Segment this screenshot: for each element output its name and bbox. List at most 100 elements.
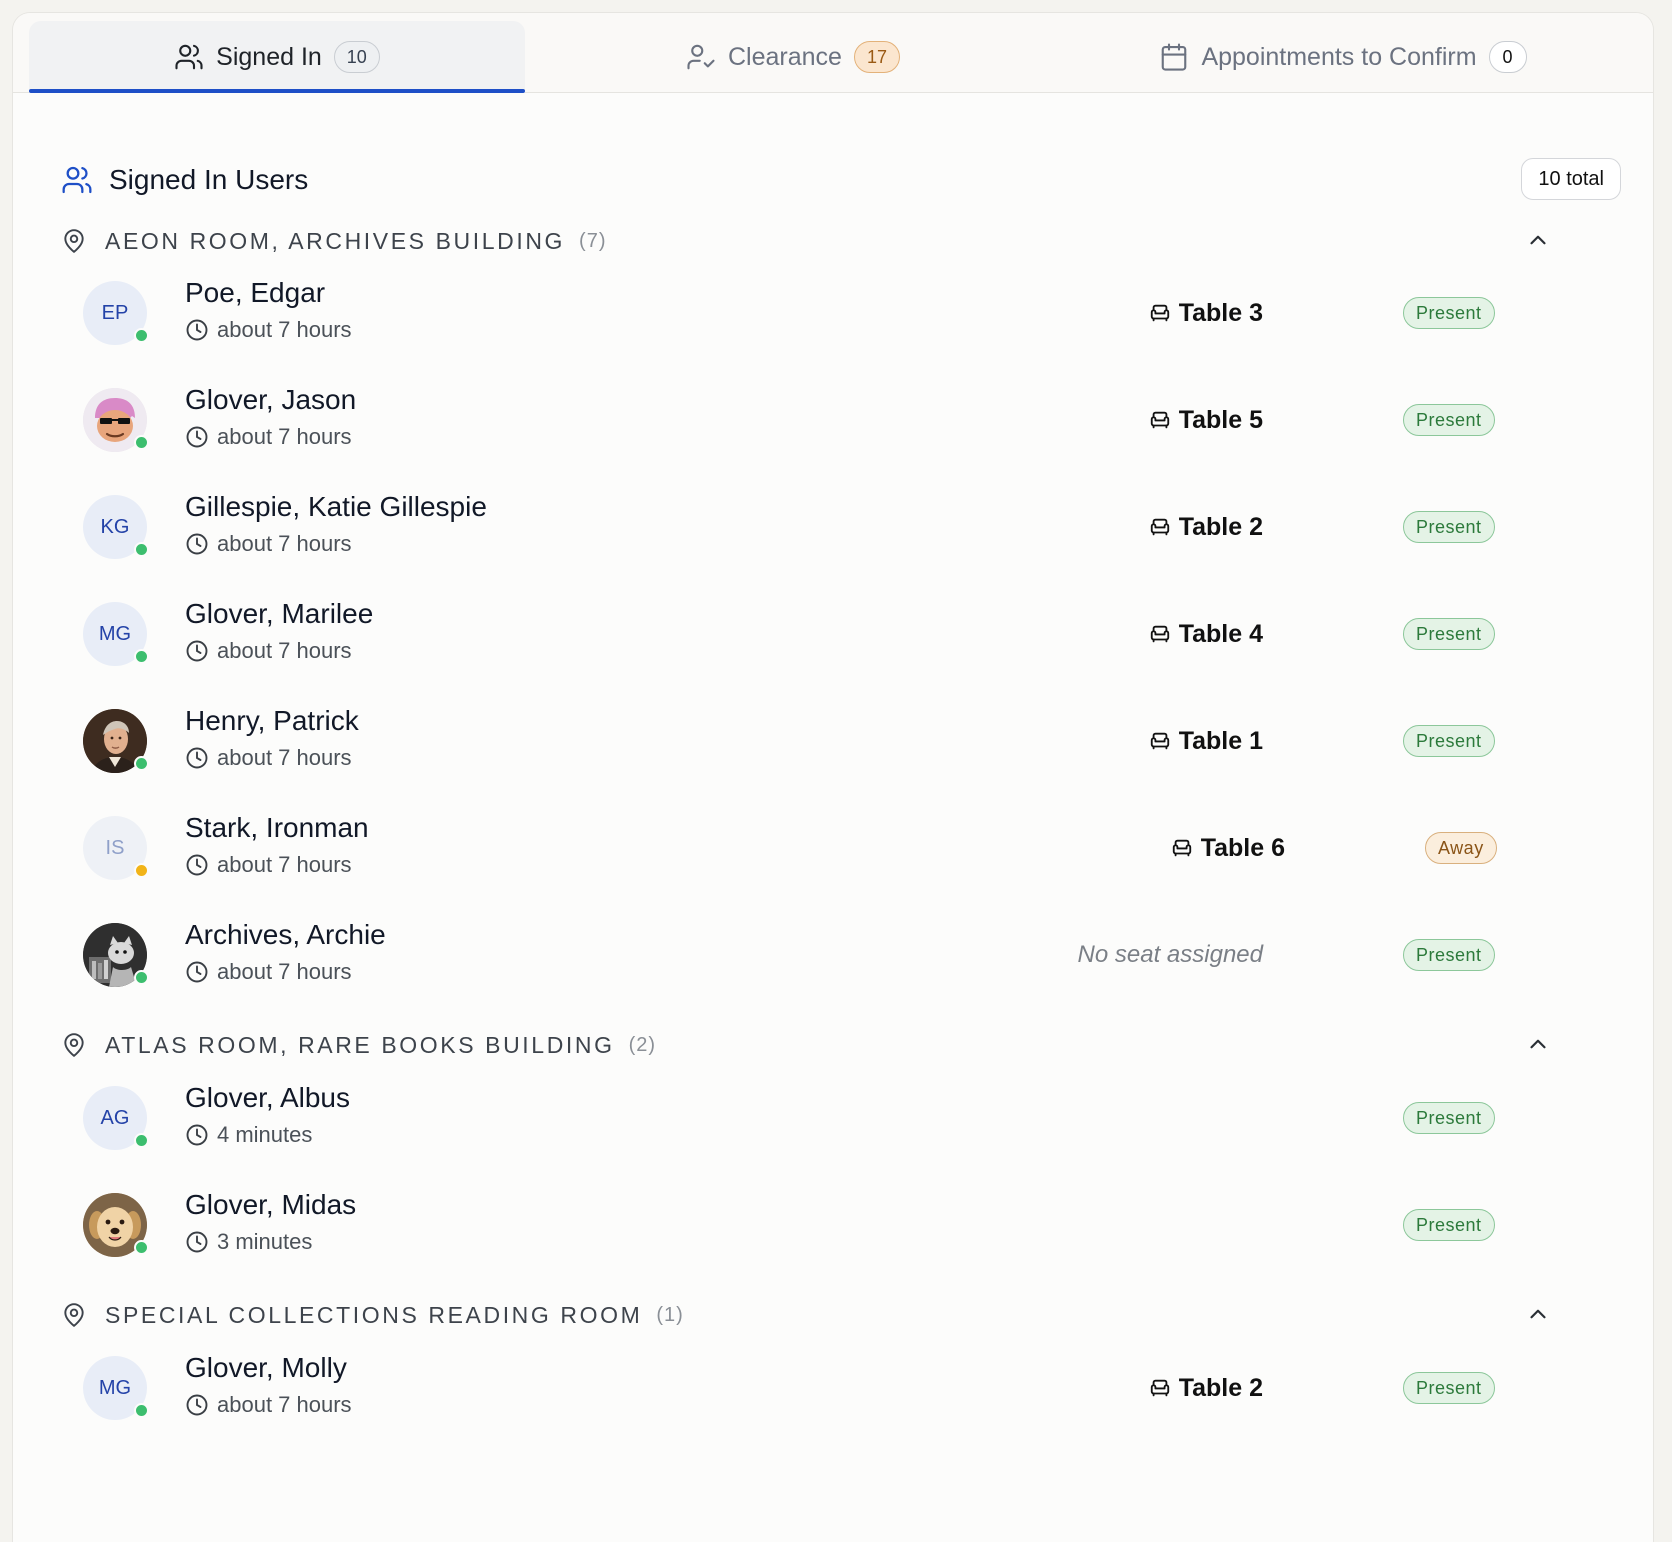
status-badge: Present	[1403, 1372, 1495, 1404]
seat-assignment: Table 6	[1171, 830, 1285, 866]
signed-in-duration: about 7 hours	[185, 957, 352, 987]
seat-assignment: Table 2	[1149, 1370, 1263, 1406]
seat-assignment: No seat assigned	[1077, 941, 1263, 968]
tab-count-badge: 0	[1488, 41, 1527, 73]
armchair-icon	[1172, 839, 1191, 857]
users-icon	[175, 44, 203, 70]
map-pin-icon	[64, 1033, 84, 1057]
signed-in-duration: about 7 hours	[185, 743, 352, 773]
armchair-icon	[1150, 1379, 1169, 1397]
avatar: EP	[83, 281, 149, 345]
list-item[interactable]: Glover, Jason about 7 hours Table 5 Pres…	[83, 374, 1503, 464]
user-name: Archives, Archie	[185, 919, 386, 950]
tab-count-badge: 17	[853, 41, 900, 73]
list-item[interactable]: Glover, Midas 3 minutes Present	[83, 1179, 1503, 1269]
avatar: MG	[83, 1356, 149, 1420]
status-dot	[134, 542, 149, 557]
list-item[interactable]: MG Glover, Marilee about 7 hours Table 4…	[83, 588, 1503, 678]
list-item[interactable]: AG Glover, Albus 4 minutes Present	[83, 1072, 1503, 1162]
clock-icon	[186, 961, 208, 983]
seat-assignment: Table 3	[1149, 295, 1263, 331]
location-name: AEON ROOM, ARCHIVES BUILDING	[105, 227, 566, 254]
location-group-header: SPECIAL COLLECTIONS READING ROOM (1)	[61, 1295, 1621, 1335]
status-dot	[134, 863, 149, 878]
seat-assignment: Table 4	[1149, 616, 1263, 652]
seat-assignment: Table 2	[1149, 509, 1263, 545]
location-name: SPECIAL COLLECTIONS READING ROOM	[105, 1301, 643, 1328]
avatar: AG	[83, 1086, 149, 1150]
avatar: MG	[83, 602, 149, 666]
signed-in-panel: Signed In 10 Clearance 17 Appointments t…	[12, 12, 1654, 1542]
users-icon	[62, 166, 92, 194]
status-badge: Present	[1403, 725, 1495, 757]
user-name: Poe, Edgar	[185, 277, 326, 308]
status-badge: Present	[1403, 511, 1495, 543]
user-name: Gillespie, Katie Gillespie	[185, 491, 487, 522]
avatar	[83, 1193, 149, 1257]
armchair-icon	[1150, 625, 1169, 643]
status-dot	[134, 756, 149, 771]
chevron-up-icon[interactable]	[1525, 1301, 1551, 1327]
map-pin-icon	[64, 229, 84, 253]
signed-in-duration: about 7 hours	[185, 315, 352, 345]
clock-icon	[186, 426, 208, 448]
tab-signed-in[interactable]: Signed In 10	[29, 21, 525, 93]
total-count-chip: 10 total	[1521, 158, 1621, 200]
user-name: Glover, Albus	[185, 1082, 350, 1113]
tab-appointments-to-confirm[interactable]: Appointments to Confirm 0	[1083, 21, 1603, 93]
status-dot	[134, 1403, 149, 1418]
avatar: IS	[83, 816, 149, 880]
user-name: Glover, Marilee	[185, 598, 374, 629]
clock-icon	[186, 533, 208, 555]
signed-in-duration: 3 minutes	[185, 1227, 312, 1257]
list-item[interactable]: EP Poe, Edgar about 7 hours Table 3 Pres…	[83, 267, 1503, 357]
avatar	[83, 923, 149, 987]
seat-assignment: Table 5	[1149, 402, 1263, 438]
signed-in-duration: about 7 hours	[185, 422, 352, 452]
location-group-header: ATLAS ROOM, RARE BOOKS BUILDING (2)	[61, 1025, 1621, 1065]
status-badge: Present	[1403, 297, 1495, 329]
signed-in-duration: about 7 hours	[185, 636, 352, 666]
status-dot	[134, 328, 149, 343]
clock-icon	[186, 1394, 208, 1416]
avatar	[83, 388, 149, 452]
clock-icon	[186, 1124, 208, 1146]
status-badge: Present	[1403, 1102, 1495, 1134]
map-pin-icon	[64, 1303, 84, 1327]
user-check-icon	[687, 44, 715, 70]
location-name: ATLAS ROOM, RARE BOOKS BUILDING	[105, 1031, 615, 1058]
list-item[interactable]: KG Gillespie, Katie Gillespie about 7 ho…	[83, 481, 1503, 571]
chevron-up-icon[interactable]	[1525, 1031, 1551, 1057]
user-name: Henry, Patrick	[185, 705, 359, 736]
status-badge: Present	[1403, 404, 1495, 436]
signed-in-duration: about 7 hours	[185, 529, 352, 559]
list-item[interactable]: MG Glover, Molly about 7 hours Table 2 P…	[83, 1342, 1503, 1432]
chevron-up-icon[interactable]	[1525, 227, 1551, 253]
avatar	[83, 709, 149, 773]
armchair-icon	[1150, 411, 1169, 429]
tab-clearance[interactable]: Clearance 17	[593, 21, 993, 93]
status-badge: Present	[1403, 618, 1495, 650]
user-name: Stark, Ironman	[185, 812, 369, 843]
status-badge: Present	[1403, 939, 1495, 971]
section-title: Signed In Users	[109, 164, 309, 195]
status-dot	[134, 1240, 149, 1255]
list-item[interactable]: Henry, Patrick about 7 hours Table 1 Pre…	[83, 695, 1503, 785]
tab-label: Appointments to Confirm	[1201, 42, 1477, 71]
status-dot	[134, 649, 149, 664]
status-badge: Present	[1403, 1209, 1495, 1241]
clock-icon	[186, 854, 208, 876]
user-name: Glover, Jason	[185, 384, 357, 415]
tab-bar: Signed In 10 Clearance 17 Appointments t…	[13, 13, 1653, 93]
list-item[interactable]: IS Stark, Ironman about 7 hours Table 6 …	[83, 802, 1503, 892]
status-dot	[134, 1133, 149, 1148]
clock-icon	[186, 319, 208, 341]
signed-in-duration: about 7 hours	[185, 850, 352, 880]
tab-count-badge: 10	[333, 41, 380, 73]
status-badge: Away	[1425, 832, 1497, 864]
clock-icon	[186, 1231, 208, 1253]
signed-in-duration: 4 minutes	[185, 1120, 312, 1150]
location-count: (7)	[579, 229, 607, 252]
location-group-header: AEON ROOM, ARCHIVES BUILDING (7)	[61, 221, 1621, 261]
list-item[interactable]: Archives, Archie about 7 hours No seat a…	[83, 909, 1503, 999]
